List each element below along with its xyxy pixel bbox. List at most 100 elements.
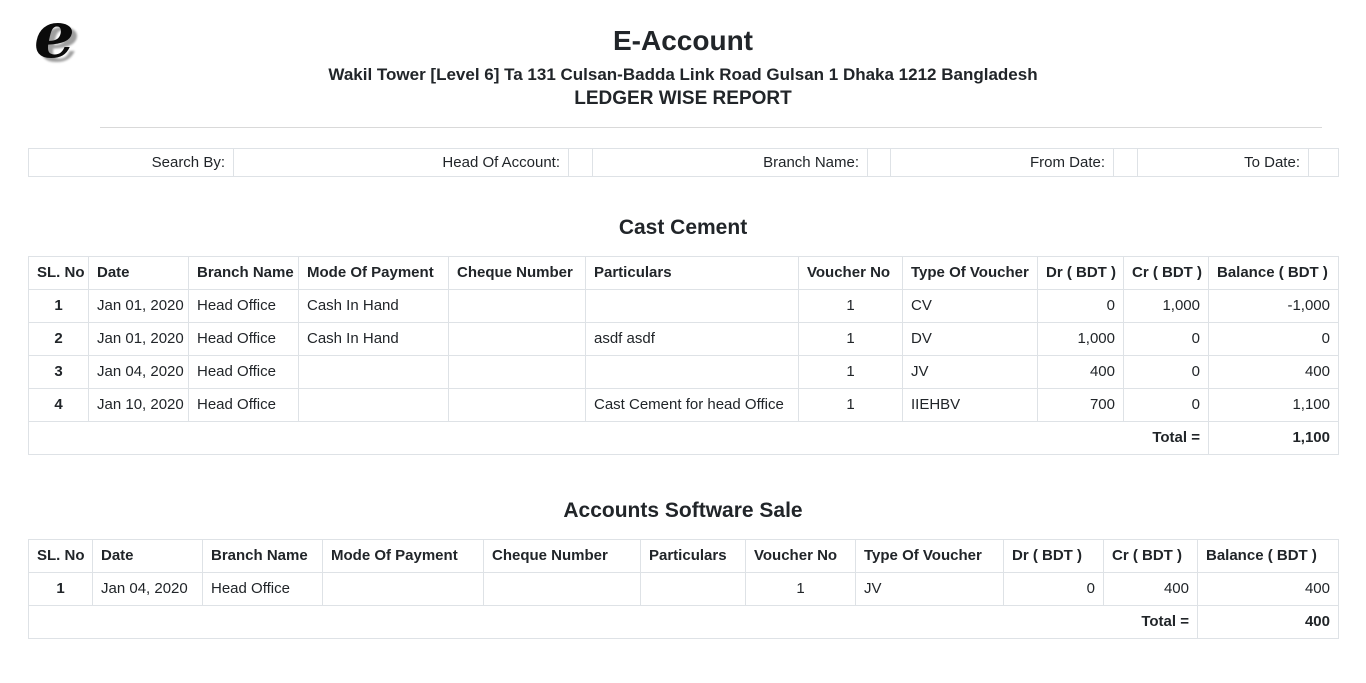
report-title: LEDGER WISE REPORT [0, 88, 1366, 110]
cell-particulars [586, 355, 799, 388]
header-row: SL. NoDateBranch NameMode Of PaymentCheq… [29, 539, 1339, 572]
cell-cr-bdt: 0 [1124, 355, 1209, 388]
total-value: 1,100 [1209, 421, 1339, 454]
from-date-input[interactable] [1114, 148, 1138, 176]
cell-dr-bdt: 400 [1038, 355, 1124, 388]
cell-mode-of-payment: Cash In Hand [299, 289, 449, 322]
cell-type-of-voucher: IIEHBV [903, 388, 1038, 421]
column-header-date: Date [93, 539, 203, 572]
cell-particulars: asdf asdf [586, 322, 799, 355]
filter-label-to-date: To Date: [1138, 148, 1309, 176]
column-header-particulars: Particulars [641, 539, 746, 572]
cell-cheque-number [449, 355, 586, 388]
table-row: 2Jan 01, 2020Head OfficeCash In Hand asdf… [29, 322, 1339, 355]
cell-balance-bdt: 400 [1209, 355, 1339, 388]
cell-dr-bdt: 0 [1004, 572, 1104, 605]
cell-type-of-voucher: JV [856, 572, 1004, 605]
cell-date: Jan 10, 2020 [89, 388, 189, 421]
table-row: 3Jan 04, 2020Head Office1JV4000400 [29, 355, 1339, 388]
cell-mode-of-payment [323, 572, 484, 605]
ledger-table-accounts-software-sale: SL. NoDateBranch NameMode Of PaymentCheq… [28, 539, 1339, 639]
column-header-balance-bdt: Balance ( BDT ) [1198, 539, 1339, 572]
total-value: 400 [1198, 605, 1339, 638]
cell-voucher-no: 1 [799, 388, 903, 421]
cell-balance-bdt: 0 [1209, 322, 1339, 355]
table-row: 1Jan 01, 2020Head OfficeCash In Hand1CV0… [29, 289, 1339, 322]
ledger-table-cast-cement: SL. NoDateBranch NameMode Of PaymentCheq… [28, 256, 1339, 455]
cell-mode-of-payment: Cash In Hand [299, 322, 449, 355]
cell-dr-bdt: 0 [1038, 289, 1124, 322]
cell-branch-name: Head Office [189, 322, 299, 355]
cell-cr-bdt: 400 [1104, 572, 1198, 605]
column-header-type-of-voucher: Type Of Voucher [856, 539, 1004, 572]
cell-cheque-number [449, 322, 586, 355]
cell-mode-of-payment [299, 355, 449, 388]
header-row: SL. NoDateBranch NameMode Of PaymentCheq… [29, 256, 1339, 289]
cell-cheque-number [484, 572, 641, 605]
header-divider [100, 127, 1322, 128]
cell-voucher-no: 1 [799, 355, 903, 388]
cell-sl-no: 2 [29, 322, 89, 355]
cell-mode-of-payment [299, 388, 449, 421]
cell-sl-no: 1 [29, 572, 93, 605]
column-header-mode-of-payment: Mode Of Payment [323, 539, 484, 572]
filter-label-from-date: From Date: [891, 148, 1114, 176]
cell-balance-bdt: 400 [1198, 572, 1339, 605]
filter-label-head-of-account: Head Of Account: [234, 148, 569, 176]
cell-voucher-no: 1 [799, 322, 903, 355]
cell-branch-name: Head Office [189, 388, 299, 421]
cell-date: Jan 04, 2020 [93, 572, 203, 605]
cell-sl-no: 4 [29, 388, 89, 421]
cell-date: Jan 01, 2020 [89, 289, 189, 322]
ledger-section-title: Accounts Software Sale [0, 499, 1366, 523]
total-row: Total =400 [29, 605, 1339, 638]
table-row: 4Jan 10, 2020Head OfficeCast Cement for … [29, 388, 1339, 421]
cell-sl-no: 1 [29, 289, 89, 322]
column-header-particulars: Particulars [586, 256, 799, 289]
column-header-cheque-number: Cheque Number [449, 256, 586, 289]
cell-cheque-number [449, 388, 586, 421]
total-label: Total = [29, 421, 1209, 454]
column-header-cheque-number: Cheque Number [484, 539, 641, 572]
column-header-voucher-no: Voucher No [746, 539, 856, 572]
column-header-dr-bdt: Dr ( BDT ) [1038, 256, 1124, 289]
column-header-branch-name: Branch Name [189, 256, 299, 289]
cell-cheque-number [449, 289, 586, 322]
column-header-balance-bdt: Balance ( BDT ) [1209, 256, 1339, 289]
total-label: Total = [29, 605, 1198, 638]
cell-balance-bdt: 1,100 [1209, 388, 1339, 421]
cell-dr-bdt: 1,000 [1038, 322, 1124, 355]
total-row: Total =1,100 [29, 421, 1339, 454]
cell-type-of-voucher: DV [903, 322, 1038, 355]
cell-type-of-voucher: CV [903, 289, 1038, 322]
column-header-type-of-voucher: Type Of Voucher [903, 256, 1038, 289]
cell-type-of-voucher: JV [903, 355, 1038, 388]
head-of-account-input[interactable] [569, 148, 593, 176]
column-header-voucher-no: Voucher No [799, 256, 903, 289]
cell-date: Jan 01, 2020 [89, 322, 189, 355]
column-header-date: Date [89, 256, 189, 289]
column-header-dr-bdt: Dr ( BDT ) [1004, 539, 1104, 572]
column-header-cr-bdt: Cr ( BDT ) [1124, 256, 1209, 289]
cell-particulars [586, 289, 799, 322]
column-header-mode-of-payment: Mode Of Payment [299, 256, 449, 289]
branch-name-input[interactable] [868, 148, 891, 176]
cell-dr-bdt: 700 [1038, 388, 1124, 421]
to-date-input[interactable] [1309, 148, 1339, 176]
column-header-sl-no: SL. No [29, 539, 93, 572]
app-logo-icon: e [34, 4, 75, 68]
company-address: Wakil Tower [Level 6] Ta 131 Culsan-Badd… [0, 65, 1366, 85]
filter-bar: Search By: Head Of Account: Branch Name:… [28, 148, 1339, 177]
cell-cr-bdt: 0 [1124, 388, 1209, 421]
cell-date: Jan 04, 2020 [89, 355, 189, 388]
cell-sl-no: 3 [29, 355, 89, 388]
cell-branch-name: Head Office [189, 355, 299, 388]
cell-cr-bdt: 0 [1124, 322, 1209, 355]
table-row: 1Jan 04, 2020Head Office1JV0400400 [29, 572, 1339, 605]
column-header-sl-no: SL. No [29, 256, 89, 289]
filter-label-search-by: Search By: [29, 148, 234, 176]
filter-label-branch-name: Branch Name: [593, 148, 868, 176]
ledger-section-title: Cast Cement [0, 216, 1366, 240]
column-header-branch-name: Branch Name [203, 539, 323, 572]
column-header-cr-bdt: Cr ( BDT ) [1104, 539, 1198, 572]
